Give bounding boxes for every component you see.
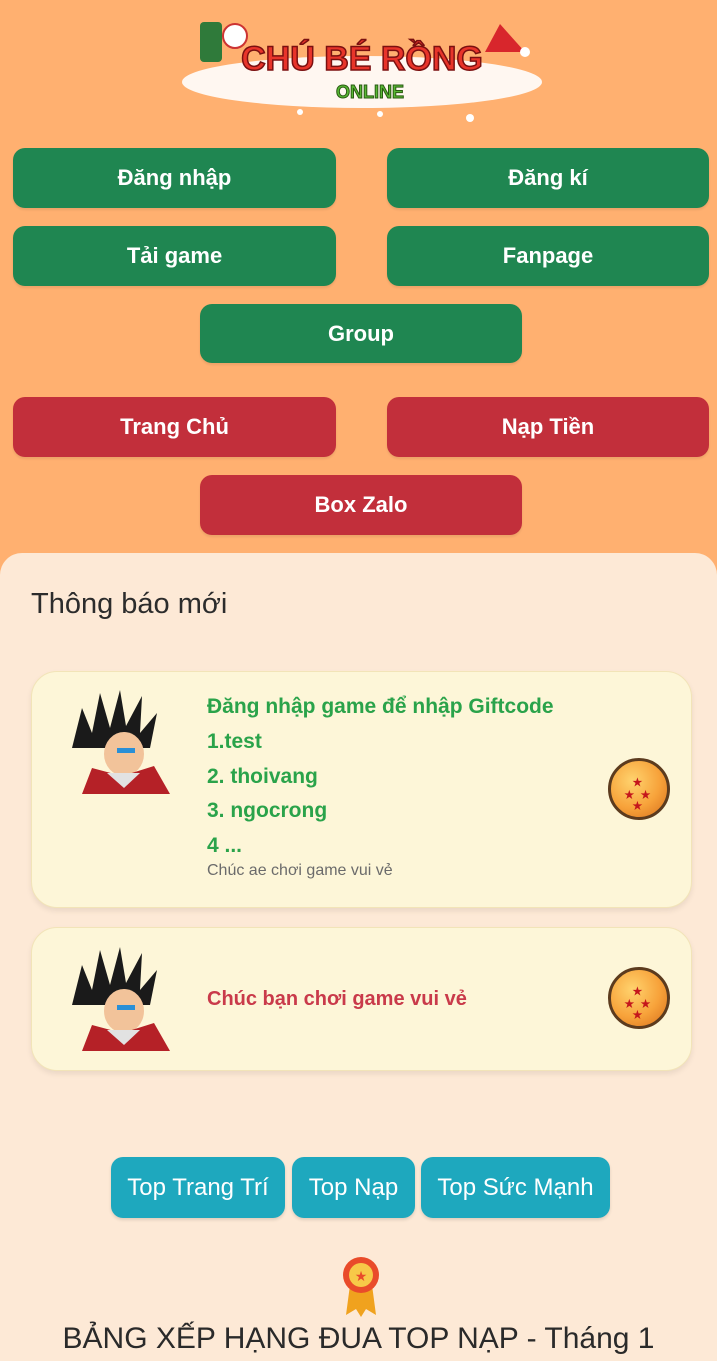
dragon-ball-icon: ★ ★ ★ ★ xyxy=(608,967,670,1029)
news-title: Thông báo mới xyxy=(31,588,228,620)
download-game-button[interactable]: Tải game xyxy=(13,226,336,286)
ranking-title: BẢNG XẾP HẠNG ĐUA TOP NẠP - Tháng 1 xyxy=(62,1322,655,1355)
giftcode-line: 1.test xyxy=(207,730,262,753)
giftcode-line: 2. thoivang xyxy=(207,765,318,788)
group-button[interactable]: Group xyxy=(200,304,522,363)
news-subtext: Chúc ae chơi game vui vẻ xyxy=(207,862,393,879)
game-logo[interactable]: CHÚ BÉ RỒNG ONLINE xyxy=(180,12,545,122)
svg-text:★: ★ xyxy=(355,1269,368,1285)
svg-text:★: ★ xyxy=(632,798,643,813)
svg-text:★: ★ xyxy=(632,1007,643,1022)
register-button[interactable]: Đăng kí xyxy=(387,148,709,208)
topup-button[interactable]: Nạp Tiền xyxy=(387,397,709,457)
giftcode-heading: Đăng nhập game để nhập Giftcode xyxy=(207,695,554,718)
logo-title: CHÚ BÉ RỒNG xyxy=(241,40,483,78)
tab-top-decoration[interactable]: Top Trang Trí xyxy=(111,1157,285,1218)
logo-subtitle: ONLINE xyxy=(336,82,404,102)
saiyan-character-icon xyxy=(62,945,180,1051)
news-message: Chúc bạn chơi game vui vẻ xyxy=(207,988,467,1010)
zalo-box-button[interactable]: Box Zalo xyxy=(200,475,522,535)
login-button[interactable]: Đăng nhập xyxy=(13,148,336,208)
medal-icon: ★ xyxy=(340,1255,382,1317)
giftcode-line: 4 ... xyxy=(207,834,243,857)
giftcode-line: 3. ngocrong xyxy=(207,799,328,822)
fanpage-button[interactable]: Fanpage xyxy=(387,226,709,286)
tab-top-topup[interactable]: Top Nạp xyxy=(292,1157,415,1218)
home-button[interactable]: Trang Chủ xyxy=(13,397,336,457)
tab-top-power[interactable]: Top Sức Mạnh xyxy=(421,1157,610,1218)
dragon-ball-icon: ★ ★ ★ ★ xyxy=(608,758,670,820)
saiyan-character-icon xyxy=(62,688,180,794)
